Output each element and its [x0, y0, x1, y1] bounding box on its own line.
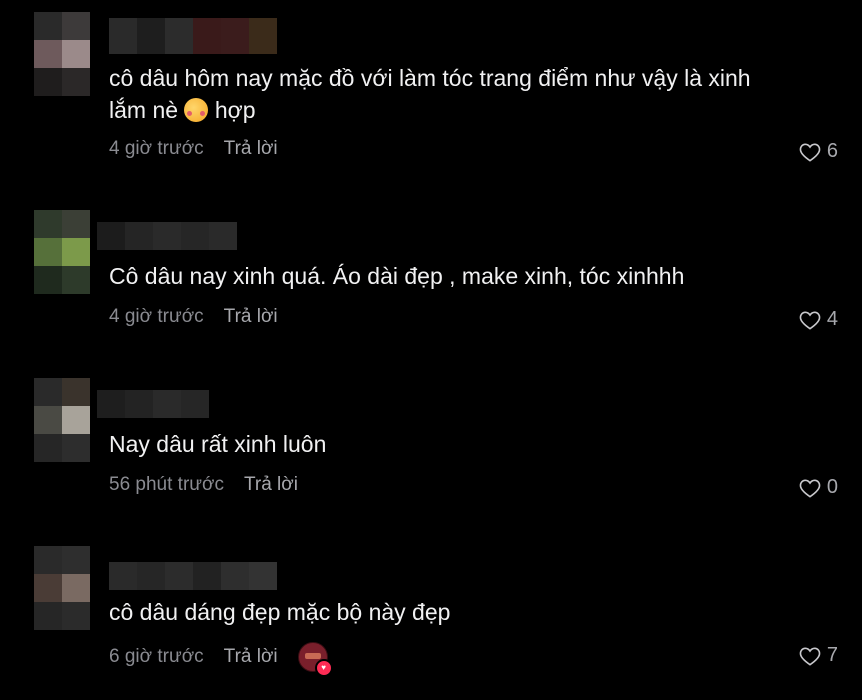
- avatar[interactable]: [34, 210, 90, 294]
- username-pixelated[interactable]: [109, 562, 277, 590]
- comment-meta: 6 giờ trước Trả lời ♥: [109, 642, 333, 677]
- comment-item: Nay dâu rất xinh luôn 56 phút trước Trả …: [0, 364, 862, 532]
- comment-meta: 4 giờ trước Trả lời: [109, 138, 278, 160]
- comment-time: 6 giờ trước: [109, 646, 204, 667]
- heart-outline-icon: [799, 478, 821, 498]
- like-count: 4: [826, 308, 838, 330]
- avatar[interactable]: [34, 378, 90, 462]
- comment-text: cô dâu hôm nay mặc đồ với làm tóc trang …: [109, 65, 751, 123]
- like-button[interactable]: 7: [799, 644, 838, 667]
- comment-item: cô dâu hôm nay mặc đồ với làm tóc trang …: [0, 0, 862, 168]
- heart-filled-icon: ♥: [314, 659, 333, 677]
- comment-item: Cô dâu nay xinh quá. Áo dài đẹp , make x…: [0, 196, 862, 364]
- avatar[interactable]: [34, 546, 90, 630]
- comment-time: 4 giờ trước: [109, 138, 204, 159]
- reply-button[interactable]: Trả lời: [244, 474, 298, 496]
- comment-text: Cô dâu nay xinh quá. Áo dài đẹp , make x…: [109, 263, 685, 289]
- username-pixelated[interactable]: [109, 18, 277, 54]
- creator-liked-badge: ♥: [297, 642, 333, 677]
- smiling-face-with-hearts-icon: [184, 98, 209, 122]
- comment-text: Nay dâu rất xinh luôn: [109, 431, 327, 457]
- like-count: 7: [826, 644, 838, 666]
- comment-meta: 4 giờ trước Trả lời: [109, 306, 278, 328]
- avatar[interactable]: [34, 12, 90, 96]
- username-pixelated[interactable]: [97, 222, 237, 250]
- like-button[interactable]: 0: [799, 476, 838, 499]
- comment-time: 56 phút trước: [109, 474, 224, 495]
- reply-button[interactable]: Trả lời: [224, 646, 278, 668]
- like-count: 6: [826, 140, 838, 162]
- reply-button[interactable]: Trả lời: [224, 138, 278, 160]
- username-pixelated[interactable]: [97, 390, 209, 418]
- comment-text: cô dâu dáng đẹp mặc bộ này đẹp: [109, 599, 451, 625]
- like-count: 0: [826, 476, 838, 498]
- reply-button[interactable]: Trả lời: [224, 306, 278, 328]
- creator-avatar-icon: [304, 653, 321, 659]
- heart-outline-icon: [799, 646, 821, 666]
- comment-meta: 56 phút trước Trả lời: [109, 474, 298, 496]
- like-button[interactable]: 6: [799, 140, 838, 163]
- comment-item: cô dâu dáng đẹp mặc bộ này đẹp 6 giờ trư…: [0, 532, 862, 700]
- comment-time: 4 giờ trước: [109, 306, 204, 327]
- heart-outline-icon: [799, 142, 821, 162]
- like-button[interactable]: 4: [799, 308, 838, 331]
- heart-outline-icon: [799, 310, 821, 330]
